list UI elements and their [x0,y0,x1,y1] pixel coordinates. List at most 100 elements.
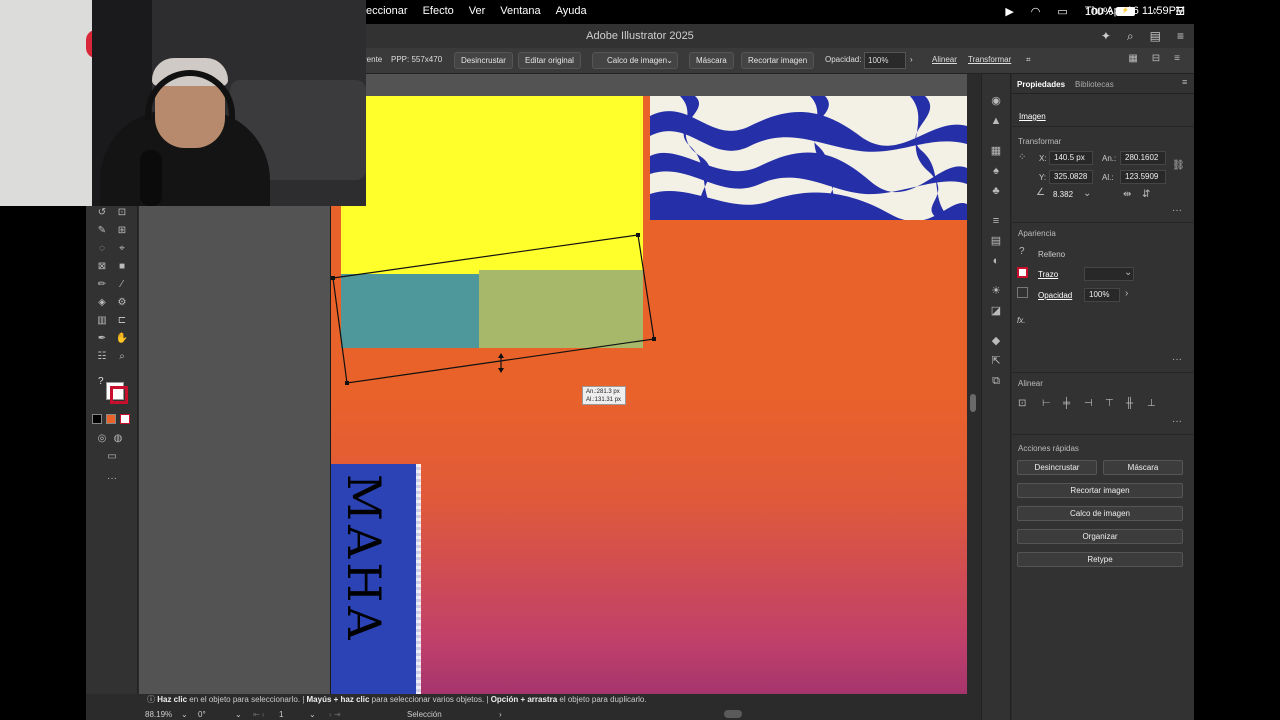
transform-link[interactable]: Transformar [968,55,1011,64]
draw-behind-icon[interactable]: ◍ [110,432,126,446]
play-icon[interactable]: ▶ [1005,5,1013,18]
eyedropper-tool-icon[interactable]: ⁄ [114,278,130,292]
align-right-icon[interactable]: ⊣ [1084,398,1093,409]
width-input[interactable]: 280.1602 [1120,151,1166,165]
artboard-number[interactable]: 1 [279,710,283,719]
brushes-panel-icon[interactable]: ♠ [989,164,1003,178]
tab-properties[interactable]: Propiedades [1017,80,1065,89]
quick-arrange-button[interactable]: Organizar [1017,529,1183,544]
align-link[interactable]: Alinear [932,55,957,64]
rotation-chevron-down-icon[interactable]: ⌄ [235,710,242,719]
horizontal-scroll-thumb[interactable] [724,710,742,718]
align-middle-vertical-icon[interactable]: ╫ [1126,398,1133,409]
crop-tool-icon[interactable]: ⊞ [114,224,130,238]
height-input[interactable]: 123.5909 [1120,170,1166,184]
gradient-mode-swatch[interactable] [106,414,116,424]
vertical-scrollbar[interactable] [967,74,979,694]
quick-crop-image-button[interactable]: Recortar imagen [1017,483,1183,498]
undo-icon[interactable]: ↺ [94,206,110,220]
opacity-chevron-right-icon[interactable]: › [910,55,913,64]
workspace-icon[interactable]: ▤ [1150,29,1161,44]
align-bottom-icon[interactable]: ⊥ [1147,398,1156,409]
handle-bottom-left[interactable] [345,381,349,385]
lasso-tool-icon[interactable]: ◌ [94,242,110,256]
zoom-chevron-down-icon[interactable]: ⌄ [181,710,188,719]
x-input[interactable]: 140.5 px [1049,151,1093,165]
stroke-label[interactable]: Trazo [1038,270,1058,279]
artboards-panel-icon[interactable]: ⧉ [989,374,1003,388]
menu-view[interactable]: Ver [469,5,486,17]
align-more-icon[interactable]: ··· [1172,416,1182,427]
search-icon[interactable]: ⌕ [1127,29,1134,44]
flip-horizontal-icon[interactable]: ⇹ [1123,189,1131,200]
menu-effect[interactable]: Efecto [423,5,454,17]
pencil-tool-icon[interactable]: ✏ [94,278,110,292]
crop-image-button[interactable]: Recortar imagen [741,52,815,69]
tab-libraries[interactable]: Bibliotecas [1075,80,1114,89]
panel-menu-icon[interactable]: ≡ [1174,53,1180,64]
fill-unknown-icon[interactable]: ? [1019,246,1025,257]
reference-point-icon[interactable]: ⁘ [1018,152,1026,163]
flip-vertical-icon[interactable]: ⇵ [1142,189,1150,200]
display-icon[interactable]: ▭ [1057,5,1067,18]
handle-top-right[interactable] [636,233,640,237]
mesh-tool-icon[interactable]: ⊠ [94,260,110,274]
menu-help[interactable]: Ayuda [556,5,587,17]
gradient-tool-icon[interactable]: ■ [114,260,130,274]
none-mode-swatch[interactable] [120,414,130,424]
notifications-icon[interactable]: ✦ [1101,29,1111,44]
handle-top-left[interactable] [331,276,335,280]
quick-image-trace-button[interactable]: Calco de imagen [1017,506,1183,521]
screen-mode-icon[interactable]: ▭ [104,450,120,464]
menu-select[interactable]: eccionar [366,5,408,17]
stroke-weight-chevron-down-icon[interactable]: ⌄ [1124,267,1132,278]
stroke-color-icon[interactable] [1017,267,1028,278]
zoom-tool-icon[interactable]: ⌕ [114,350,130,364]
unembed-button[interactable]: Desincrustar [454,52,513,69]
swatches-panel-icon[interactable]: ▦ [989,144,1003,158]
help-icon[interactable]: ⓘ [147,695,157,704]
panel-menu-icon[interactable]: ≡ [1182,77,1187,87]
arrange-icon[interactable]: ▦ [1128,53,1137,64]
more-tools-icon[interactable]: ··· [104,472,120,486]
last-artboard-icon[interactable]: › ⇥ [329,710,341,719]
menu-window[interactable]: Ventana [500,5,540,17]
graphic-styles-panel-icon[interactable]: ◪ [989,304,1003,318]
first-artboard-icon[interactable]: ⇤ ‹ [253,710,265,719]
handle-bottom-right[interactable] [652,337,656,341]
opacity-chevron-right-icon[interactable]: › [1125,288,1128,299]
stroke-swatch[interactable] [110,386,128,404]
pen-tool-icon[interactable]: ✒ [94,332,110,346]
status-chevron-right-icon[interactable]: › [499,710,502,719]
selection-bounding-box[interactable] [332,234,655,384]
layers-panel-icon[interactable]: ◆ [989,334,1003,348]
menubar-clock[interactable]: Thu Apr 16 11:59PM [1085,5,1185,17]
properties-panel-icon[interactable]: ◉ [989,94,1003,108]
vertical-scroll-thumb[interactable] [970,394,976,412]
appearance-more-icon[interactable]: ··· [1172,354,1182,365]
isolate-icon[interactable]: ⌗ [1026,55,1031,65]
align-center-horizontal-icon[interactable]: ╪ [1063,398,1070,409]
layers-tool-icon[interactable]: ☷ [94,350,110,364]
align-to-icon[interactable]: ⊡ [1018,398,1026,409]
arrange-documents-icon[interactable]: ≡ [1177,29,1184,44]
artboard-chevron-down-icon[interactable]: ⌄ [309,710,316,719]
zoom-level[interactable]: 88.19% [145,710,172,719]
symbol-tool-icon[interactable]: ⚙ [114,296,130,310]
libraries-panel-icon[interactable]: ▲ [989,114,1003,128]
quick-retype-button[interactable]: Retype [1017,552,1183,567]
align-top-icon[interactable]: ⊤ [1105,398,1114,409]
draw-mode-icon[interactable]: ◎ [94,432,110,446]
slice-tool-icon[interactable]: ⊏ [114,314,130,328]
y-input[interactable]: 325.0828 [1049,170,1093,184]
transparency-panel-icon[interactable]: ◐ [989,254,1003,268]
mask-button[interactable]: Máscara [689,52,734,69]
quick-unembed-button[interactable]: Desincrustar [1017,460,1097,475]
rotation-chevron-down-icon[interactable]: ⌄ [1083,188,1091,199]
symbols-panel-icon[interactable]: ♣ [989,184,1003,198]
transform-more-icon[interactable]: ··· [1172,205,1182,216]
graph-tool-icon[interactable]: ▥ [94,314,110,328]
wifi-icon[interactable]: ◠ [1031,5,1041,18]
opacity-input[interactable]: 100% [864,52,906,69]
appearance-panel-icon[interactable]: ☀ [989,284,1003,298]
